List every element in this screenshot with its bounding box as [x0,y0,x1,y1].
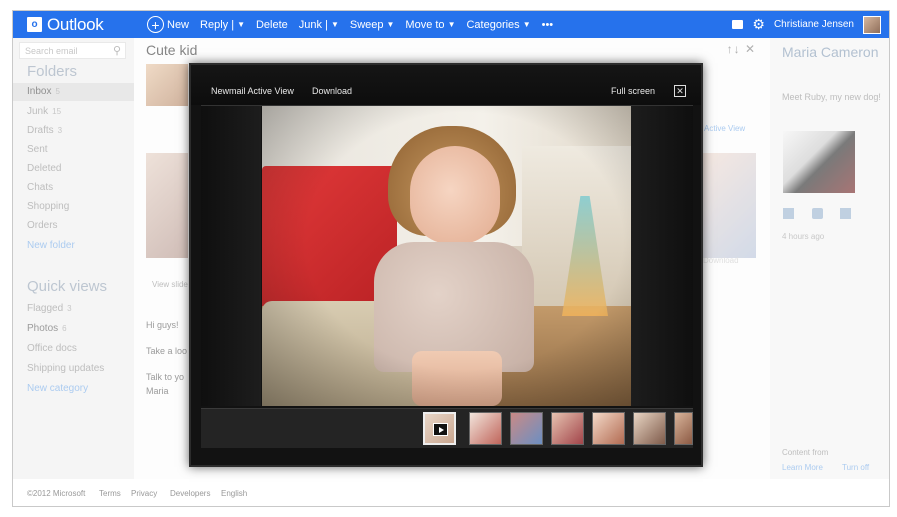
footer: ©2012 Microsoft Terms Privacy Developers… [13,479,889,506]
chevron-down-icon: ▼ [522,20,531,29]
outlook-logo[interactable]: o Outlook [27,15,104,34]
copyright-text: ©2012 Microsoft [27,489,86,498]
new-button[interactable]: + New [147,16,189,33]
top-command-bar: o Outlook + New Reply | ▼ Delete Junk | … [13,11,889,38]
junk-label: Junk | [298,18,328,31]
chevron-down-icon: ▼ [330,20,339,29]
user-name[interactable]: Christiane Jensen [774,19,854,30]
junk-button[interactable]: Junk | ▼ [299,19,339,31]
command-list: + New Reply | ▼ Delete Junk | ▼ Sweep ▼ … [147,11,564,38]
reply-label: Reply | [200,18,235,31]
sweep-button[interactable]: Sweep ▼ [350,19,395,31]
viewer-title: Newmail Active View [211,86,294,96]
thumbnail-strip [201,408,693,448]
move-to-label: Move to [405,18,445,31]
user-avatar[interactable] [863,15,881,34]
delete-button[interactable]: Delete [256,19,288,31]
developers-link[interactable]: Developers [170,489,210,498]
privacy-link[interactable]: Privacy [131,489,157,498]
reply-button[interactable]: Reply | ▼ [200,19,245,31]
chevron-down-icon: ▼ [237,20,245,29]
new-label: New [167,18,190,31]
chat-icon[interactable] [732,20,744,29]
categories-button[interactable]: Categories ▼ [466,19,530,31]
more-label: ••• [541,18,554,31]
chevron-down-icon: ▼ [447,20,456,29]
close-icon[interactable]: ✕ [674,85,686,97]
language-link[interactable]: English [221,489,247,498]
fullscreen-button[interactable]: Full screen [611,86,655,96]
gear-icon[interactable]: ⚙ [752,16,765,33]
photo-vignette [262,106,631,406]
chevron-down-icon: ▼ [386,20,395,29]
outlook-logo-icon: o [27,17,42,32]
photo-thumbnail[interactable] [551,412,584,445]
terms-link[interactable]: Terms [99,489,121,498]
delete-label: Delete [255,18,288,31]
app-name: Outlook [47,14,104,34]
sweep-label: Sweep [349,18,384,31]
plus-icon: + [147,16,164,33]
move-to-button[interactable]: Move to ▼ [405,19,455,31]
photo-thumbnail[interactable] [674,412,693,445]
viewer-header: Newmail Active View Download Full screen… [191,65,701,105]
photo-thumbnail[interactable] [633,412,666,445]
video-thumbnail[interactable] [423,412,456,445]
account-area: ⚙ Christiane Jensen [732,11,881,38]
photo-thumbnail[interactable] [469,412,502,445]
photo-thumbnail[interactable] [592,412,625,445]
active-view-dialog: Newmail Active View Download Full screen… [189,63,703,467]
more-commands-button[interactable]: ••• [542,19,554,31]
outlook-window: o Outlook + New Reply | ▼ Delete Junk | … [12,10,890,507]
main-photo [262,106,631,406]
photo-thumbnail[interactable] [510,412,543,445]
play-icon [433,423,448,436]
previous-photo-area[interactable] [201,106,261,406]
viewer-download-button[interactable]: Download [312,86,352,96]
next-photo-area[interactable] [631,106,693,406]
categories-label: Categories [466,18,520,31]
